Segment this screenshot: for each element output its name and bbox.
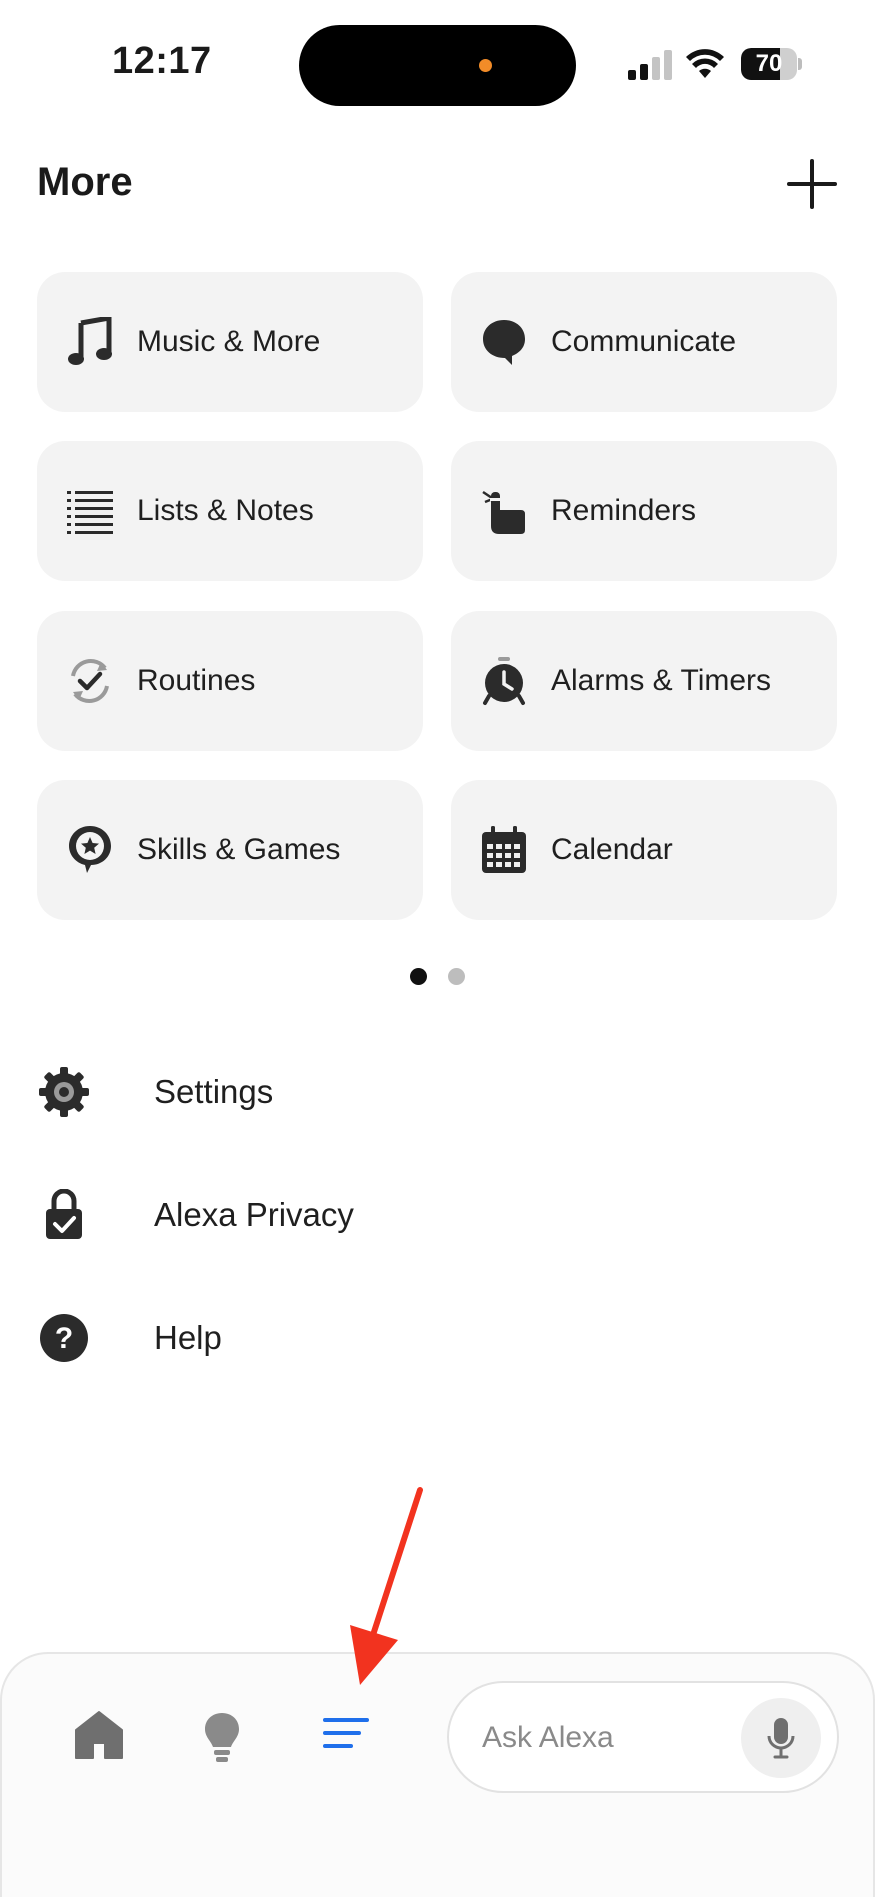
help-icon: ?	[32, 1306, 96, 1370]
tile-label: Lists & Notes	[137, 494, 314, 527]
home-icon[interactable]	[74, 1710, 124, 1760]
menu-item-alexa-privacy[interactable]: Alexa Privacy	[30, 1170, 845, 1260]
lightbulb-icon[interactable]	[203, 1711, 241, 1763]
page-title: More	[37, 160, 133, 204]
status-time: 12:17	[112, 40, 212, 82]
ask-alexa-input[interactable]: Ask Alexa	[447, 1681, 839, 1793]
battery-cap	[798, 58, 802, 70]
tile-label: Skills & Games	[137, 833, 341, 866]
menu-item-help[interactable]: ? Help	[30, 1293, 845, 1383]
tile-calendar[interactable]: Calendar	[451, 780, 837, 920]
chat-bubble-icon	[479, 317, 529, 367]
cellular-signal-icon	[628, 50, 672, 80]
page-dot-1[interactable]	[410, 968, 427, 985]
tile-label: Communicate	[551, 325, 737, 358]
tile-label: Calendar	[551, 833, 673, 866]
routine-check-icon	[65, 656, 115, 706]
menu-item-settings[interactable]: Settings	[30, 1047, 845, 1137]
menu-item-label: Settings	[154, 1073, 274, 1110]
tile-label: Reminders	[551, 494, 697, 527]
calendar-icon	[479, 825, 529, 875]
tile-routines[interactable]: Routines	[37, 611, 423, 751]
page-dot-2[interactable]	[448, 968, 465, 985]
battery-icon: 70	[741, 48, 802, 80]
battery-body: 70	[741, 48, 797, 80]
tile-label: Routines	[137, 664, 256, 697]
menu-item-label: Help	[154, 1319, 222, 1356]
ask-alexa-placeholder: Ask Alexa	[482, 1721, 614, 1754]
gear-icon	[32, 1060, 96, 1124]
tile-reminders[interactable]: Reminders	[451, 441, 837, 581]
tile-lists-and-notes[interactable]: Lists & Notes	[37, 441, 423, 581]
tile-music-and-more[interactable]: Music & More	[37, 272, 423, 412]
microphone-button[interactable]	[741, 1698, 821, 1778]
menu-lines-icon[interactable]	[322, 1716, 370, 1752]
tile-label: Music & More	[137, 325, 321, 358]
tile-skills-and-games[interactable]: Skills & Games	[37, 780, 423, 920]
tile-communicate[interactable]: Communicate	[451, 272, 837, 412]
list-icon	[65, 486, 115, 536]
microphone-icon	[767, 1718, 795, 1759]
dynamic-island	[299, 25, 576, 106]
wifi-icon	[686, 49, 724, 78]
annotation-arrow-icon	[350, 1487, 423, 1685]
menu-item-label: Alexa Privacy	[154, 1196, 354, 1233]
star-bubble-icon	[65, 825, 115, 875]
battery-level: 70	[755, 50, 783, 77]
tile-alarms-and-timers[interactable]: Alarms & Timers	[451, 611, 837, 751]
finger-string-icon	[479, 486, 529, 536]
lock-check-icon	[32, 1183, 96, 1247]
recording-indicator-dot	[479, 59, 492, 72]
tile-label: Alarms & Timers	[551, 664, 772, 697]
plus-icon[interactable]	[785, 157, 839, 211]
svg-text:?: ?	[55, 1322, 73, 1355]
music-note-icon	[65, 317, 115, 367]
alarm-clock-icon	[479, 656, 529, 706]
